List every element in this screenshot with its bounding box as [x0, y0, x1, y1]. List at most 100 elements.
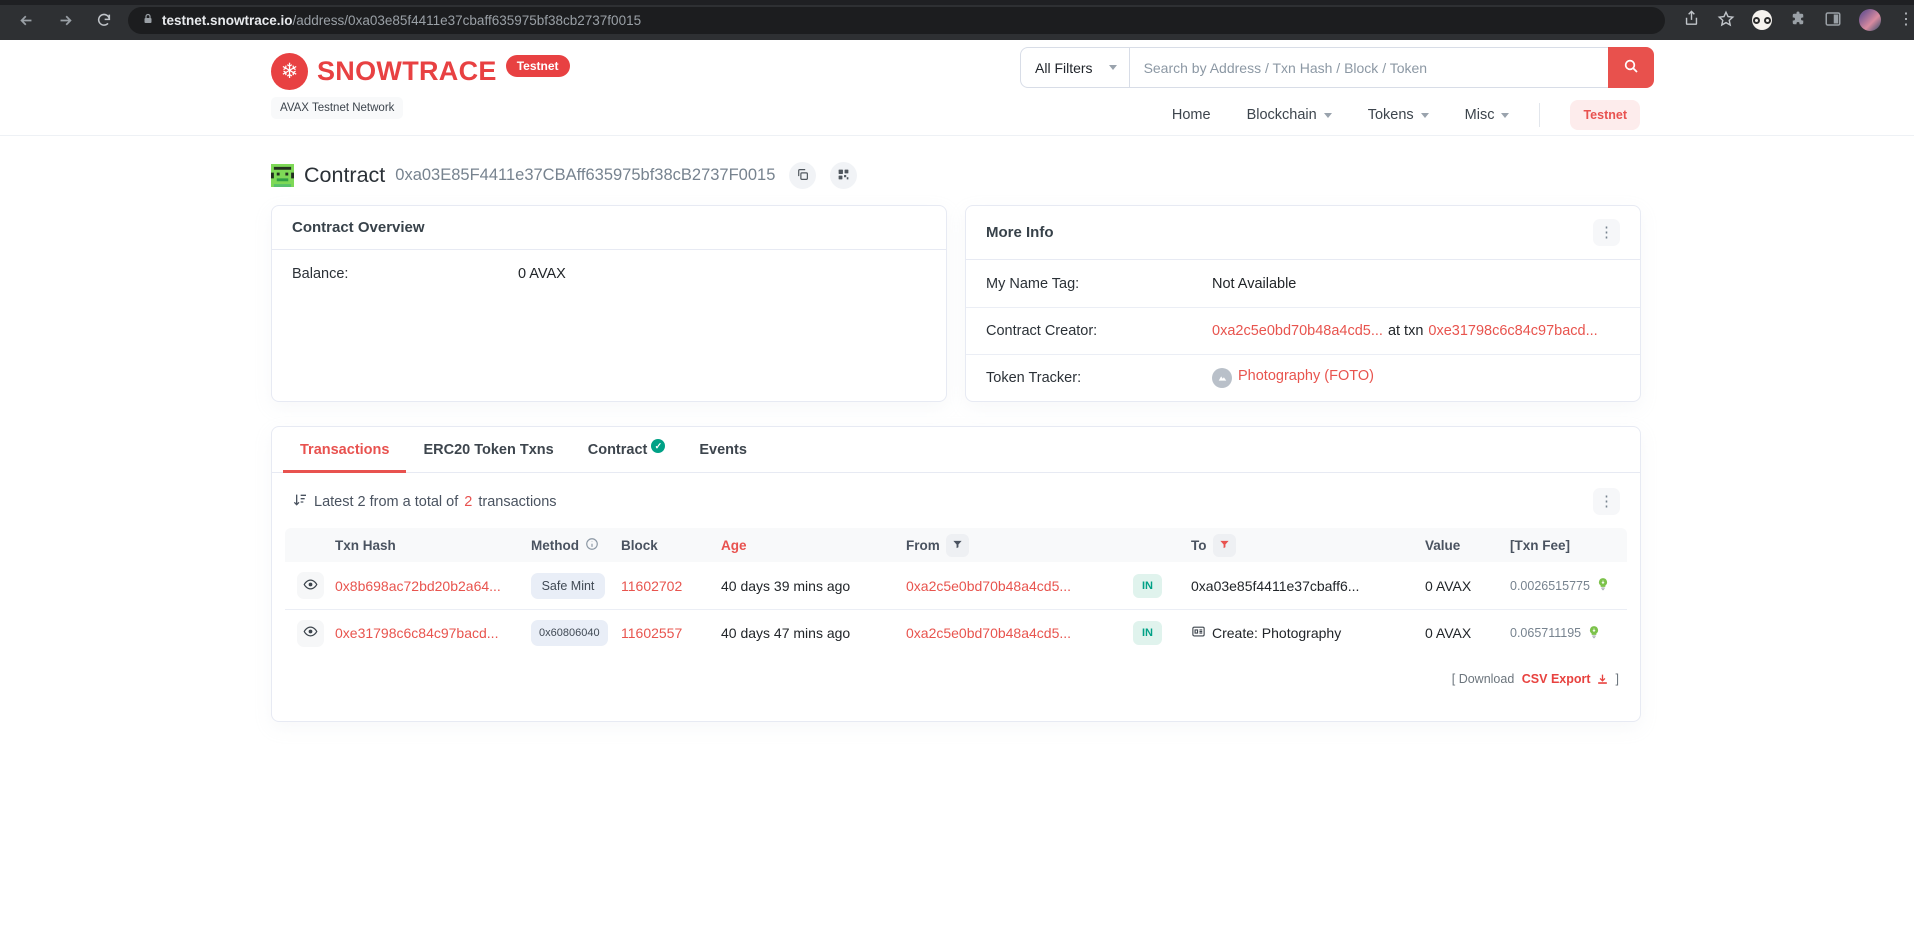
filter-funnel-icon — [1219, 538, 1230, 553]
contract-address: 0xa03E85F4411e37CBAff635975bf38cB2737F00… — [395, 166, 775, 185]
share-icon[interactable] — [1683, 10, 1700, 30]
txn-hash-link[interactable]: 0x8b698ac72bd20b2a64... — [335, 578, 501, 594]
tab-events[interactable]: Events — [682, 427, 764, 473]
from-filter-button[interactable] — [946, 534, 969, 557]
nav-divider — [1539, 103, 1540, 127]
creator-txn-link[interactable]: 0xe31798c6c84c97bacd... — [1428, 323, 1597, 339]
table-row: 0x8b698ac72bd20b2a64... Safe Mint 116027… — [285, 562, 1627, 609]
table-row: 0xe31798c6c84c97bacd... 0x60806040 11602… — [285, 609, 1627, 656]
chevron-down-icon — [1421, 113, 1429, 118]
search-icon — [1623, 58, 1639, 77]
search-bar: All Filters — [1020, 47, 1654, 88]
block-link[interactable]: 11602557 — [621, 625, 682, 641]
table-header-row: Txn Hash Method Block Age From To Value … — [285, 528, 1627, 562]
search-filter-dropdown[interactable]: All Filters — [1020, 47, 1130, 88]
gas-lightbulb-icon[interactable] — [1596, 577, 1610, 594]
transactions-table: Txn Hash Method Block Age From To Value … — [285, 528, 1627, 656]
contract-creator-label: Contract Creator: — [986, 323, 1212, 339]
transactions-menu-button[interactable]: ⋮ — [1593, 488, 1620, 515]
tx-preview-button[interactable] — [297, 572, 324, 599]
extension-owl-icon[interactable] — [1752, 10, 1772, 30]
to-address: 0xa03e85f4411e37cbaff6... — [1191, 578, 1425, 594]
gas-lightbulb-icon[interactable] — [1587, 625, 1601, 642]
contract-identicon — [271, 164, 294, 187]
method-badge: 0x60806040 — [531, 620, 608, 646]
tx-age: 40 days 39 mins ago — [721, 578, 906, 594]
contract-create-icon — [1191, 624, 1206, 642]
bookmark-star-icon[interactable] — [1717, 10, 1735, 31]
sort-icon — [292, 492, 308, 512]
search-button[interactable] — [1608, 47, 1654, 88]
tx-preview-button[interactable] — [297, 620, 324, 647]
browser-menu-icon[interactable]: ⋮ — [1898, 12, 1914, 28]
token-tracker-row: Token Tracker: Photography (FOTO) — [966, 354, 1640, 401]
back-icon[interactable] — [18, 12, 35, 29]
verified-check-icon: ✓ — [651, 439, 665, 453]
nav-item-misc[interactable]: Misc — [1465, 107, 1510, 123]
txn-fee: 0.0026515775 — [1510, 579, 1590, 593]
transactions-card: Transactions ERC20 Token Txns Contract✓ … — [271, 426, 1641, 722]
name-tag-row: My Name Tag: Not Available — [966, 260, 1640, 307]
balance-value: 0 AVAX — [518, 266, 566, 282]
creator-address-link[interactable]: 0xa2c5e0bd70b48a4cd5... — [1212, 323, 1383, 339]
csv-export-link[interactable]: CSV Export — [1522, 672, 1591, 686]
reload-icon[interactable] — [96, 12, 112, 28]
txn-fee: 0.065711195 — [1510, 626, 1581, 640]
download-icon[interactable] — [1596, 672, 1612, 686]
creator-separator: at txn — [1388, 323, 1423, 339]
forward-icon[interactable] — [57, 12, 74, 29]
copy-icon — [796, 168, 809, 184]
nav-item-blockchain[interactable]: Blockchain — [1247, 107, 1332, 123]
logo-text: SNOWTRACE — [317, 53, 497, 90]
col-method: Method — [531, 538, 579, 553]
txn-hash-link[interactable]: 0xe31798c6c84c97bacd... — [335, 625, 498, 641]
info-icon[interactable] — [585, 537, 599, 554]
tx-value: 0 AVAX — [1425, 625, 1510, 641]
tab-contract[interactable]: Contract✓ — [571, 427, 683, 473]
more-info-menu-button[interactable]: ⋮ — [1593, 219, 1620, 246]
nav-testnet-button[interactable]: Testnet — [1570, 100, 1640, 130]
copy-address-button[interactable] — [789, 162, 816, 189]
tab-transactions[interactable]: Transactions — [283, 427, 406, 473]
csv-close: ] — [1616, 672, 1619, 686]
nav-item-tokens[interactable]: Tokens — [1368, 107, 1429, 123]
filter-dropdown-label: All Filters — [1035, 60, 1093, 76]
page-title: Contract 0xa03E85F4411e37CBAff635975bf38… — [271, 162, 1641, 189]
qr-code-button[interactable] — [830, 162, 857, 189]
eye-icon — [303, 577, 318, 595]
extensions-puzzle-icon[interactable] — [1789, 10, 1807, 31]
block-link[interactable]: 11602702 — [621, 578, 682, 594]
to-address: Create: Photography — [1212, 625, 1341, 641]
network-badge: AVAX Testnet Network — [271, 97, 403, 119]
col-from: From — [906, 538, 940, 553]
browser-toolbar: testnet.snowtrace.io/address/0xa03e85f44… — [0, 0, 1914, 40]
transactions-toolbar: Latest 2 from a total of 2 transactions … — [272, 473, 1640, 528]
snowtrace-logo[interactable]: ❄ SNOWTRACE Testnet — [271, 53, 570, 90]
url-host: testnet.snowtrace.io — [162, 13, 293, 28]
profile-avatar[interactable] — [1859, 9, 1881, 31]
token-tracker-link[interactable]: Photography (FOTO) — [1238, 368, 1374, 384]
contract-creator-row: Contract Creator: 0xa2c5e0bd70b48a4cd5..… — [966, 307, 1640, 354]
from-address-link[interactable]: 0xa2c5e0bd70b48a4cd5... — [906, 625, 1071, 641]
url-bar[interactable]: testnet.snowtrace.io/address/0xa03e85f44… — [128, 7, 1665, 34]
site-header: ❄ SNOWTRACE Testnet AVAX Testnet Network… — [0, 40, 1914, 136]
side-panel-icon[interactable] — [1824, 10, 1842, 31]
lock-icon — [142, 12, 154, 29]
nav-item-home[interactable]: Home — [1172, 107, 1211, 123]
search-input[interactable] — [1130, 47, 1608, 88]
more-info-card-title: More Info — [986, 224, 1054, 241]
to-filter-button[interactable] — [1213, 534, 1236, 557]
col-age[interactable]: Age — [721, 538, 906, 553]
chevron-down-icon — [1501, 113, 1509, 118]
main-nav: Home Blockchain Tokens Misc Testnet — [1172, 100, 1640, 130]
token-tracker-label: Token Tracker: — [986, 370, 1212, 386]
token-logo-icon — [1212, 368, 1232, 388]
from-address-link[interactable]: 0xa2c5e0bd70b48a4cd5... — [906, 578, 1071, 594]
transaction-count: 2 — [464, 494, 472, 510]
tab-erc20-token-txns[interactable]: ERC20 Token Txns — [406, 427, 570, 473]
name-tag-label: My Name Tag: — [986, 276, 1212, 292]
url-path: /address/0xa03e85f4411e37cbaff635975bf38… — [293, 13, 642, 28]
overview-card-title: Contract Overview — [292, 219, 425, 236]
chevron-down-icon — [1324, 113, 1332, 118]
balance-label: Balance: — [292, 266, 518, 282]
